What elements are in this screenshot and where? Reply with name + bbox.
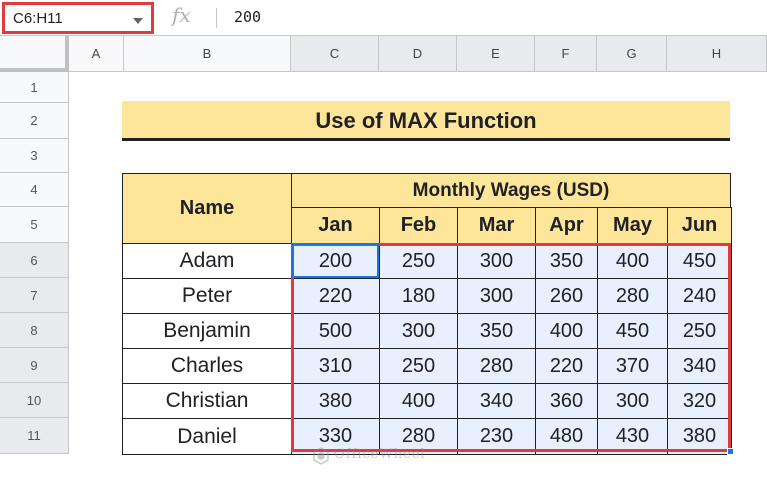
watermark-logo-icon (313, 447, 329, 465)
wage-cell[interactable]: 340 (667, 348, 732, 384)
month-header-apr[interactable]: Apr (535, 207, 598, 244)
name-header-cell[interactable]: Name (122, 173, 292, 244)
row-header-11[interactable]: 11 (0, 418, 69, 454)
row-header-6[interactable]: 6 (0, 243, 69, 278)
wage-cell[interactable]: 180 (379, 278, 458, 314)
row-header-4[interactable]: 4 (0, 173, 69, 207)
wage-cell[interactable]: 400 (379, 383, 458, 419)
name-cell[interactable]: Adam (122, 243, 292, 279)
wage-cell[interactable]: 220 (291, 278, 380, 314)
name-cell[interactable]: Christian (122, 383, 292, 419)
name-cell[interactable]: Benjamin (122, 313, 292, 349)
name-box[interactable]: C6:H11 (2, 2, 154, 34)
wage-cell[interactable]: 230 (457, 418, 536, 455)
wage-cell[interactable]: 250 (379, 348, 458, 384)
select-all-corner[interactable] (0, 36, 69, 72)
row-header-2[interactable]: 2 (0, 103, 69, 139)
watermark: OfficeWheel (312, 444, 462, 468)
wage-cell[interactable]: 280 (597, 278, 668, 314)
wage-cell[interactable]: 300 (457, 278, 536, 314)
wage-cell[interactable]: 350 (457, 313, 536, 349)
wage-cell[interactable]: 480 (535, 418, 598, 455)
formula-bar: C6:H11 fx 200 (0, 0, 767, 36)
column-header-a[interactable]: A (69, 36, 124, 72)
name-cell[interactable]: Charles (122, 348, 292, 384)
column-header-d[interactable]: D (379, 36, 457, 72)
wage-cell[interactable]: 370 (597, 348, 668, 384)
group-header-cell[interactable]: Monthly Wages (USD) (291, 173, 731, 208)
wage-cell[interactable]: 300 (597, 383, 668, 419)
wage-cell[interactable]: 450 (667, 243, 732, 279)
wage-cell[interactable]: 280 (457, 348, 536, 384)
column-header-e[interactable]: E (457, 36, 535, 72)
wage-cell[interactable]: 400 (597, 243, 668, 279)
row-header-10[interactable]: 10 (0, 383, 69, 418)
wage-cell[interactable]: 220 (535, 348, 598, 384)
column-header-f[interactable]: F (535, 36, 597, 72)
wage-cell[interactable]: 400 (535, 313, 598, 349)
wage-cell[interactable]: 350 (535, 243, 598, 279)
column-header-h[interactable]: H (667, 36, 767, 72)
name-cell[interactable]: Peter (122, 278, 292, 314)
formula-bar-divider (216, 8, 217, 28)
fill-handle[interactable] (727, 448, 734, 455)
wage-cell[interactable]: 310 (291, 348, 380, 384)
month-header-jun[interactable]: Jun (667, 207, 732, 244)
spreadsheet-grid[interactable]: ABCDEFGH 1 2 3 4 5 6 7 8 9 10 11 Use of MAX Functi… (0, 36, 767, 492)
month-header-may[interactable]: May (597, 207, 668, 244)
wage-cell[interactable]: 250 (667, 313, 732, 349)
name-cell[interactable]: Daniel (122, 418, 292, 455)
month-header-mar[interactable]: Mar (457, 207, 536, 244)
wage-cell[interactable]: 450 (597, 313, 668, 349)
row-header-8[interactable]: 8 (0, 313, 69, 348)
wage-cell[interactable]: 380 (667, 418, 732, 455)
row-header-3[interactable]: 3 (0, 139, 69, 173)
row-header-1[interactable]: 1 (0, 72, 69, 103)
name-box-value: C6:H11 (13, 10, 63, 27)
wage-cell[interactable]: 360 (535, 383, 598, 419)
wage-cell[interactable]: 380 (291, 383, 380, 419)
column-header-c[interactable]: C (291, 36, 379, 72)
watermark-text: OfficeWheel (334, 447, 426, 462)
row-header-5[interactable]: 5 (0, 207, 69, 243)
month-header-jan[interactable]: Jan (291, 207, 380, 244)
column-header-b[interactable]: B (124, 36, 291, 72)
wage-cell[interactable]: 200 (291, 243, 380, 279)
wage-cell[interactable]: 250 (379, 243, 458, 279)
row-header-7[interactable]: 7 (0, 278, 69, 313)
column-header-g[interactable]: G (597, 36, 667, 72)
wage-cell[interactable]: 260 (535, 278, 598, 314)
wage-cell[interactable]: 240 (667, 278, 732, 314)
fx-icon: fx (172, 3, 191, 27)
wage-cell[interactable]: 340 (457, 383, 536, 419)
wage-cell[interactable]: 300 (379, 313, 458, 349)
chevron-down-icon[interactable] (133, 18, 143, 24)
wage-cell[interactable]: 320 (667, 383, 732, 419)
wage-cell[interactable]: 300 (457, 243, 536, 279)
title-cell[interactable]: Use of MAX Function (122, 101, 730, 141)
formula-input[interactable]: 200 (234, 8, 261, 26)
wage-cell[interactable]: 500 (291, 313, 380, 349)
wage-cell[interactable]: 430 (597, 418, 668, 455)
month-header-feb[interactable]: Feb (379, 207, 458, 244)
row-header-9[interactable]: 9 (0, 348, 69, 383)
